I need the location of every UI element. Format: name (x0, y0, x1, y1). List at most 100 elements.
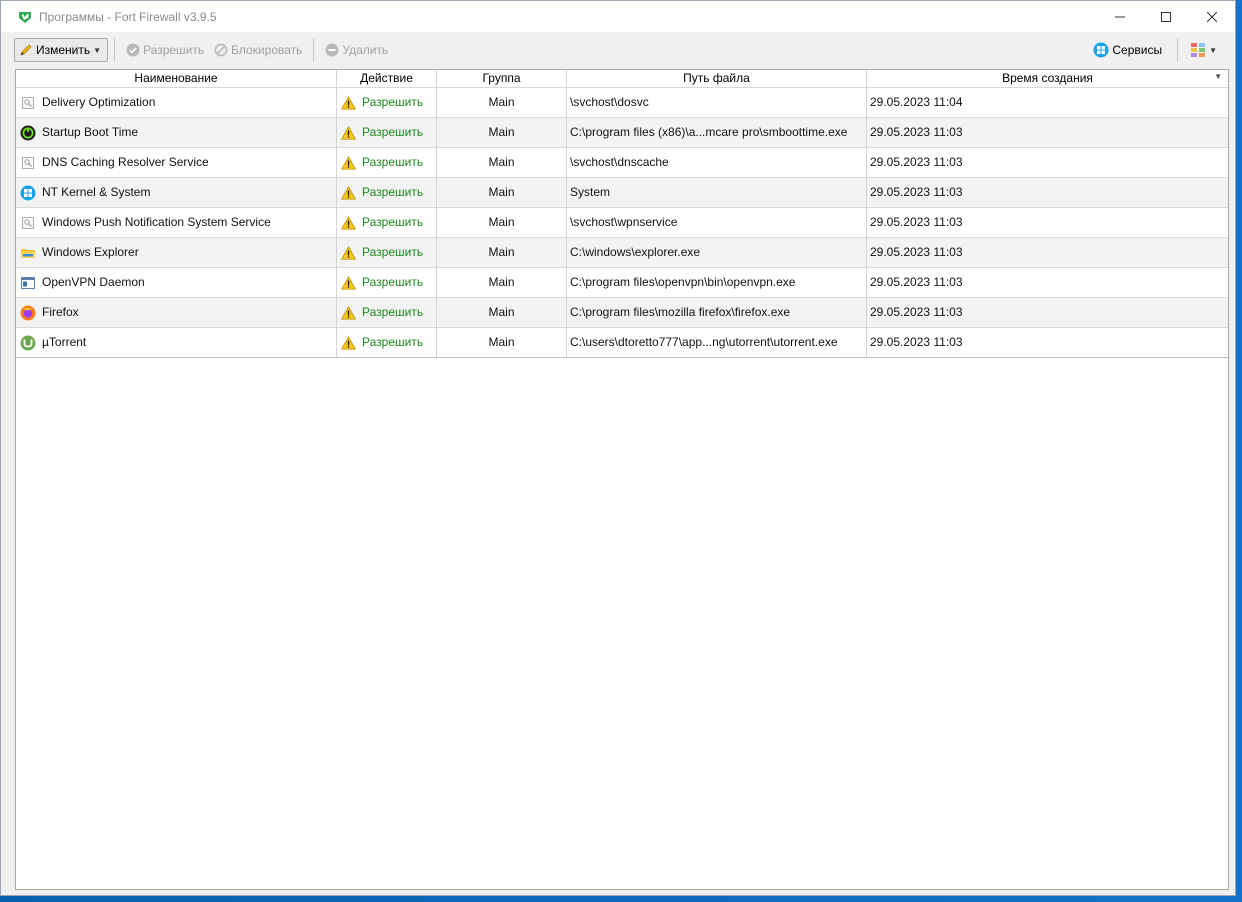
cell-path: C:\program files\openvpn\bin\openvpn.exe (567, 268, 867, 297)
folder-icon (20, 245, 36, 261)
cell-path: System (567, 178, 867, 207)
action-label: Разрешить (362, 305, 424, 319)
allow-button[interactable]: Разрешить (121, 38, 209, 62)
cell-action: Разрешить (337, 328, 437, 357)
cell-name: Delivery Optimization (16, 88, 337, 117)
cell-name: Firefox (16, 298, 337, 327)
warning-icon (341, 275, 357, 290)
cell-path: \svchost\dnscache (567, 148, 867, 177)
cell-path: \svchost\dosvc (567, 88, 867, 117)
chevron-down-icon: ▼ (1209, 45, 1217, 55)
sort-descending-icon: ▼ (1214, 72, 1222, 81)
toolbar-separator (313, 38, 315, 62)
maximize-button[interactable] (1143, 1, 1189, 32)
minus-circle-icon (325, 43, 339, 57)
block-button-label: Блокировать (231, 43, 303, 57)
column-header-action[interactable]: Действие (337, 70, 437, 88)
table-row[interactable]: NT Kernel & System Разрешить Main System 29.… (16, 178, 1228, 208)
cell-group: Main (437, 208, 567, 237)
program-name: DNS Caching Resolver Service (42, 155, 209, 169)
programs-window: Программы - Fort Firewall v3.9.5 Изменит… (0, 0, 1236, 896)
cell-group: Main (437, 148, 567, 177)
action-label: Разрешить (362, 95, 424, 109)
cell-path: C:\windows\explorer.exe (567, 238, 867, 267)
layout-menu-button[interactable]: ▼ (1188, 38, 1219, 62)
edit-button[interactable]: Изменить ▼ (14, 38, 109, 62)
service-icon (20, 155, 36, 171)
cell-group: Main (437, 268, 567, 297)
program-name: Startup Boot Time (42, 125, 139, 139)
warning-icon (341, 305, 357, 320)
table-row[interactable]: DNS Caching Resolver Service Разрешить Mai… (16, 148, 1228, 178)
grid-layout-icon (1191, 43, 1206, 57)
action-label: Разрешить (362, 245, 424, 259)
cell-path: C:\users\dtoretto777\app...ng\utorrent\u… (567, 328, 867, 357)
cell-created: 29.05.2023 11:03 (870, 275, 963, 289)
service-icon (20, 215, 36, 231)
action-label: Разрешить (362, 185, 424, 199)
pencil-icon (20, 44, 32, 56)
cell-created: 29.05.2023 11:03 (870, 125, 963, 139)
cell-name: NT Kernel & System (16, 178, 337, 207)
program-name: NT Kernel & System (42, 185, 151, 199)
program-name: Firefox (42, 305, 79, 319)
cell-created: 29.05.2023 11:03 (870, 245, 963, 259)
cell-group: Main (437, 178, 567, 207)
cell-group: Main (437, 238, 567, 267)
services-button-label: Сервисы (1112, 43, 1163, 57)
close-button[interactable] (1189, 1, 1235, 32)
utorrent-icon (20, 335, 36, 351)
cell-created: 29.05.2023 11:04 (870, 95, 963, 109)
cell-path: \svchost\wpnservice (567, 208, 867, 237)
toolbar-separator (114, 38, 116, 62)
window-controls (1097, 1, 1235, 32)
maximize-icon (1161, 11, 1171, 22)
cell-action: Разрешить (337, 178, 437, 207)
fort-firewall-logo-icon (17, 9, 33, 25)
cell-name: DNS Caching Resolver Service (16, 148, 337, 177)
table-row[interactable]: µTorrent Разрешить Main C:\users\dtoretto77… (16, 328, 1228, 358)
action-label: Разрешить (362, 125, 424, 139)
delete-button[interactable]: Удалить (320, 38, 393, 62)
cell-action: Разрешить (337, 208, 437, 237)
cell-created: 29.05.2023 11:03 (870, 215, 963, 229)
toolbar-separator (1177, 38, 1179, 62)
cell-group: Main (437, 298, 567, 327)
table-row[interactable]: Startup Boot Time Разрешить Main C:\program… (16, 118, 1228, 148)
block-button[interactable]: Блокировать (209, 38, 307, 62)
table-row[interactable]: OpenVPN Daemon Разрешить Main C:\program fi… (16, 268, 1228, 298)
warning-icon (341, 215, 357, 230)
service-icon (20, 95, 36, 111)
column-header-created[interactable]: Время создания (867, 70, 1228, 88)
warning-icon (341, 185, 357, 200)
programs-table: Наименование Действие Группа Путь файла … (15, 69, 1229, 890)
column-header-group[interactable]: Группа (437, 70, 567, 88)
edit-button-label: Изменить (36, 43, 91, 57)
window-title: Программы - Fort Firewall v3.9.5 (39, 9, 217, 24)
table-row[interactable]: Firefox Разрешить Main C:\program files\moz… (16, 298, 1228, 328)
column-header-path[interactable]: Путь файла (567, 70, 867, 88)
services-button[interactable]: Сервисы (1088, 38, 1167, 62)
program-name: Windows Push Notification System Service (42, 215, 271, 229)
cell-path: C:\program files\mozilla firefox\firefox… (567, 298, 867, 327)
table-row[interactable]: Windows Explorer Разрешить Main C:\windows\… (16, 238, 1228, 268)
app-window-icon (20, 275, 36, 291)
table-row[interactable]: Windows Push Notification System Service… (16, 208, 1228, 238)
title-bar[interactable]: Программы - Fort Firewall v3.9.5 (1, 1, 1235, 32)
cell-group: Main (437, 88, 567, 117)
warning-icon (341, 245, 357, 260)
cell-created: 29.05.2023 11:03 (870, 335, 963, 349)
close-icon (1207, 11, 1217, 22)
block-icon (214, 43, 228, 57)
table-row[interactable]: Delivery Optimization Разрешить Main \svcho… (16, 88, 1228, 118)
action-label: Разрешить (362, 215, 424, 229)
cell-created: 29.05.2023 11:03 (870, 185, 963, 199)
column-header-name[interactable]: Наименование (16, 70, 337, 88)
minimize-button[interactable] (1097, 1, 1143, 32)
cell-name: Windows Push Notification System Service (16, 208, 337, 237)
delete-button-label: Удалить (342, 43, 389, 57)
action-label: Разрешить (362, 335, 424, 349)
cell-created: 29.05.2023 11:03 (870, 155, 963, 169)
cell-group: Main (437, 328, 567, 357)
program-name: Windows Explorer (42, 245, 139, 259)
